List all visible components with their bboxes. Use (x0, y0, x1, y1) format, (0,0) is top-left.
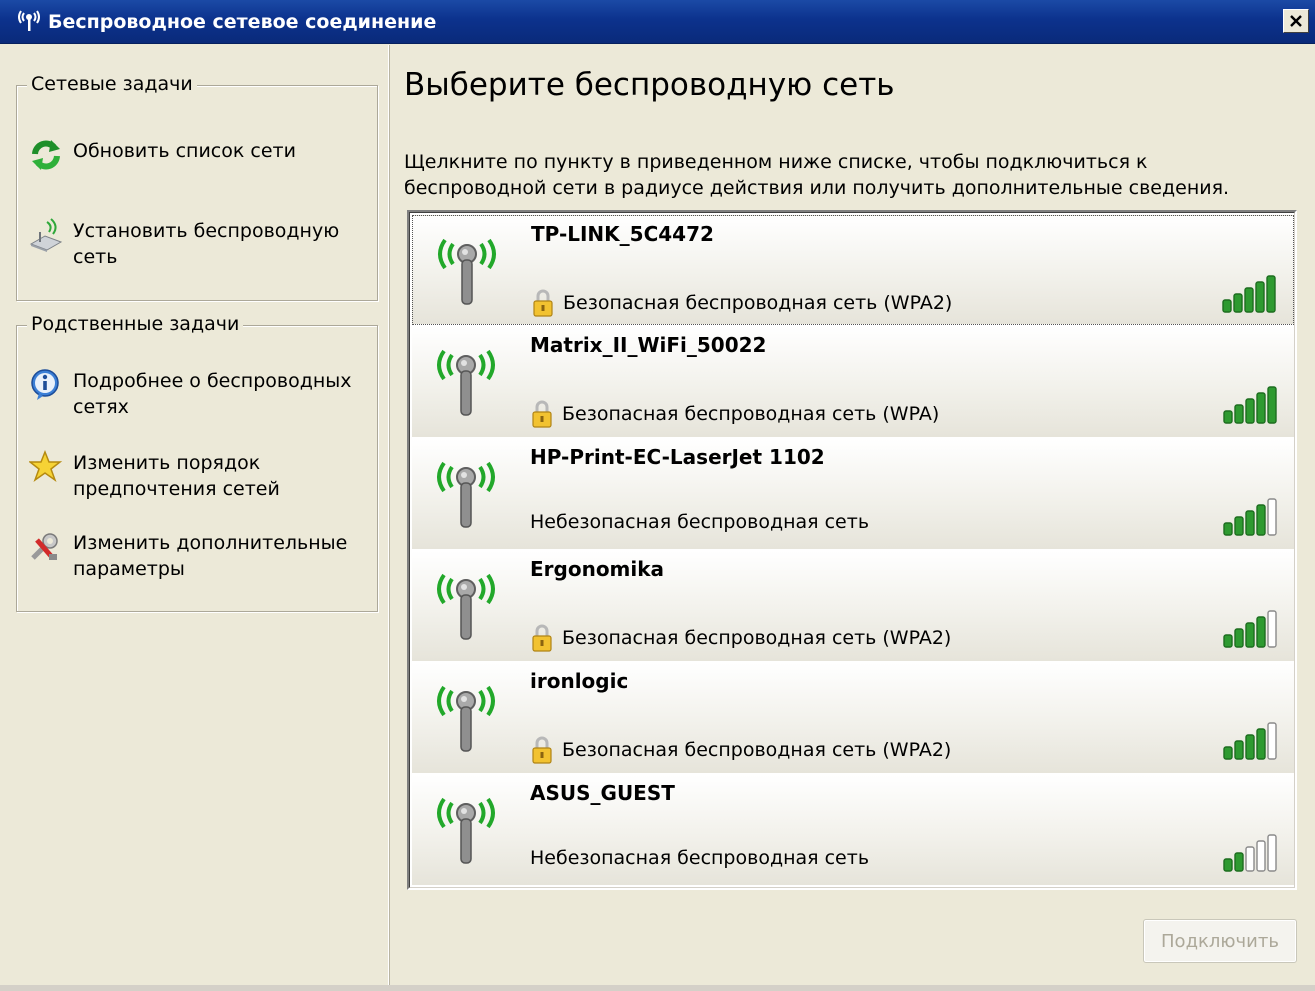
close-icon (1290, 15, 1302, 27)
wireless-antenna-icon (437, 349, 495, 416)
network-tasks-group: Сетевые задачи Обновить список сети Уста… (16, 73, 378, 301)
change-network-order-link[interactable]: Изменить порядок предпочтения сетей (29, 450, 373, 502)
network-security: Безопасная беспроводная сеть (WPA2) (530, 623, 951, 653)
network-row[interactable]: TP-LINK_5C4472 Безопасная беспроводная се… (412, 215, 1294, 325)
network-security: Небезопасная беспроводная сеть (530, 847, 869, 869)
window-title: Беспроводное сетевое соединение (48, 10, 437, 33)
network-name: Ergonomika (530, 557, 665, 581)
wireless-antenna-icon (437, 797, 495, 864)
instructions-text: Щелкните по пункту в приведенном ниже сп… (404, 151, 1230, 199)
refresh-network-list-link[interactable]: Обновить список сети (29, 138, 373, 172)
change-advanced-settings-link[interactable]: Изменить дополнительные параметры (29, 530, 373, 582)
network-security-label: Безопасная беспроводная сеть (WPA2) (562, 739, 952, 761)
network-security-label: Безопасная беспроводная сеть (WPA2) (563, 292, 953, 314)
network-row[interactable]: ironlogic Безопасная беспроводная сеть (W… (412, 663, 1294, 773)
network-security-label: Небезопасная беспроводная сеть (530, 511, 870, 533)
network-security: Безопасная беспроводная сеть (WPA2) (530, 735, 951, 765)
lock-icon (532, 624, 552, 652)
related-tasks-group: Родственные задачи Подробнее о беспровод… (16, 313, 378, 612)
network-tasks-title: Сетевые задачи (27, 73, 197, 95)
network-name: ironlogic (530, 669, 629, 693)
signal-strength-icon (1223, 722, 1277, 760)
change-network-order-label: Изменить порядок предпочтения сетей (73, 452, 280, 500)
network-name: ASUS_GUEST (530, 781, 675, 805)
lock-icon (533, 289, 553, 317)
learn-about-wireless-link[interactable]: Подробнее о беспроводных сетях (29, 368, 373, 420)
signal-strength-icon (1223, 498, 1277, 536)
star-icon (29, 450, 63, 482)
wireless-antenna-icon (437, 685, 495, 752)
close-button[interactable] (1283, 9, 1309, 33)
setup-wireless-network-link[interactable]: Установить беспроводную сеть (29, 218, 373, 270)
signal-strength-icon (1223, 834, 1277, 872)
network-security-label: Небезопасная беспроводная сеть (530, 847, 870, 869)
signal-strength-icon (1223, 610, 1277, 648)
setup-wireless-network-label: Установить беспроводную сеть (73, 220, 340, 268)
network-security: Безопасная беспроводная сеть (WPA) (530, 399, 939, 429)
wireless-network-icon (18, 9, 40, 31)
network-security-label: Безопасная беспроводная сеть (WPA) (562, 403, 940, 425)
network-list[interactable]: TP-LINK_5C4472 Безопасная беспроводная се… (407, 210, 1297, 890)
wireless-antenna-icon (438, 238, 496, 305)
title-bar[interactable]: Беспроводное сетевое соединение (0, 0, 1315, 44)
network-security: Небезопасная беспроводная сеть (530, 511, 869, 533)
network-row[interactable]: ASUS_GUEST Небезопасная беспроводная сеть (412, 775, 1294, 885)
signal-strength-icon (1222, 275, 1276, 313)
network-row[interactable]: Ergonomika Безопасная беспроводная сеть (… (412, 551, 1294, 661)
network-row[interactable]: Matrix_II_WiFi_50022 Безопасная беспровод… (412, 327, 1294, 437)
pane-divider (388, 45, 389, 985)
page-title: Выберите беспроводную сеть (404, 67, 895, 103)
wireless-setup-icon (29, 218, 63, 252)
info-icon (31, 369, 59, 400)
learn-about-wireless-label: Подробнее о беспроводных сетях (73, 370, 352, 418)
related-tasks-title: Родственные задачи (27, 313, 244, 335)
network-security: Безопасная беспроводная сеть (WPA2) (531, 288, 952, 318)
refresh-icon (32, 140, 60, 170)
network-row[interactable]: HP-Print-EC-LaserJet 1102 Небезопасная бе… (412, 439, 1294, 549)
network-name: TP-LINK_5C4472 (531, 222, 714, 246)
network-name: HP-Print-EC-LaserJet 1102 (530, 445, 825, 469)
lock-icon (532, 400, 552, 428)
connect-button[interactable]: Подключить (1143, 919, 1297, 963)
network-name: Matrix_II_WiFi_50022 (530, 333, 767, 357)
network-list-viewport: TP-LINK_5C4472 Безопасная беспроводная се… (409, 212, 1295, 888)
wireless-antenna-icon (437, 461, 495, 528)
main-pane: Выберите беспроводную сеть Щелкните по п… (392, 45, 1309, 991)
wireless-antenna-icon (437, 573, 495, 640)
task-pane: Сетевые задачи Обновить список сети Уста… (6, 45, 390, 985)
lock-icon (532, 736, 552, 764)
change-advanced-settings-label: Изменить дополнительные параметры (73, 532, 348, 580)
network-security-label: Безопасная беспроводная сеть (WPA2) (562, 627, 952, 649)
settings-icon (31, 533, 58, 560)
refresh-network-list-label: Обновить список сети (73, 140, 296, 162)
window-bottom-edge (0, 985, 1315, 991)
signal-strength-icon (1223, 386, 1277, 424)
